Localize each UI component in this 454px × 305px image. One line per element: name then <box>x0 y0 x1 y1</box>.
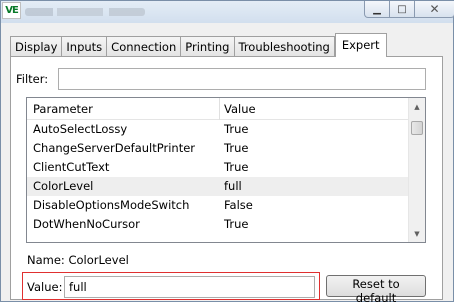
tab-inputs[interactable]: Inputs <box>61 36 108 57</box>
value-label: Value: <box>27 280 63 294</box>
parameter-cell: DisableOptionsModeSwitch <box>33 198 190 212</box>
table-row[interactable]: ChangeServerDefaultPrinter True <box>27 139 409 158</box>
tab-troubleshooting[interactable]: Troubleshooting <box>233 36 335 57</box>
table-row[interactable]: ClientCutText True <box>27 158 409 177</box>
filter-label: Filter: <box>16 72 49 86</box>
column-separator[interactable] <box>219 98 220 120</box>
tab-printing[interactable]: Printing <box>180 36 235 57</box>
tab-strip: Display Inputs Connection Printing Troub… <box>10 33 387 57</box>
title-bar[interactable]: VE ▁ □ ✕ <box>1 1 454 23</box>
parameter-cell: ChangeServerDefaultPrinter <box>33 141 196 155</box>
vertical-scrollbar[interactable]: ▲ ▼ <box>408 98 425 242</box>
table-row[interactable]: DotWhenNoCursor True <box>27 215 409 234</box>
scroll-down-arrow-icon[interactable]: ▼ <box>409 225 425 242</box>
list-header: Parameter Value <box>27 98 409 120</box>
list-rows: AutoSelectLossy True ChangeServerDefault… <box>27 120 409 234</box>
value-editor-highlight: Value: <box>22 272 320 300</box>
value-input[interactable] <box>64 276 315 298</box>
parameter-cell: ColorLevel <box>33 179 94 193</box>
tab-connection[interactable]: Connection <box>106 36 182 57</box>
parameter-cell: ClientCutText <box>33 160 110 174</box>
value-cell: True <box>224 160 249 174</box>
column-header-value[interactable]: Value <box>224 102 256 116</box>
value-cell: full <box>224 179 242 193</box>
parameter-cell: DotWhenNoCursor <box>33 217 140 231</box>
window-title-blurred <box>25 8 145 16</box>
scroll-thumb[interactable] <box>411 121 423 135</box>
maximize-button[interactable]: □ <box>389 1 415 18</box>
parameter-list[interactable]: Parameter Value AutoSelectLossy True Cha… <box>26 97 426 243</box>
tab-display[interactable]: Display <box>10 36 63 57</box>
table-row[interactable]: AutoSelectLossy True <box>27 120 409 139</box>
value-cell: True <box>224 217 249 231</box>
app-logo-icon: VE <box>2 2 21 19</box>
table-row-selected[interactable]: ColorLevel full <box>27 177 409 196</box>
value-cell: True <box>224 141 249 155</box>
scroll-up-arrow-icon[interactable]: ▲ <box>409 98 425 115</box>
reset-to-default-button[interactable]: Reset to default <box>326 275 426 305</box>
table-row[interactable]: DisableOptionsModeSwitch False <box>27 196 409 215</box>
minimize-button[interactable]: ▁ <box>364 1 390 18</box>
value-cell: False <box>224 198 253 212</box>
close-button[interactable]: ✕ <box>414 1 454 18</box>
parameter-cell: AutoSelectLossy <box>33 122 128 136</box>
column-header-parameter[interactable]: Parameter <box>33 102 93 116</box>
value-cell: True <box>224 122 249 136</box>
selected-parameter-name: Name: ColorLevel <box>27 253 129 267</box>
filter-input[interactable] <box>58 68 426 90</box>
tab-expert[interactable]: Expert <box>334 33 387 57</box>
